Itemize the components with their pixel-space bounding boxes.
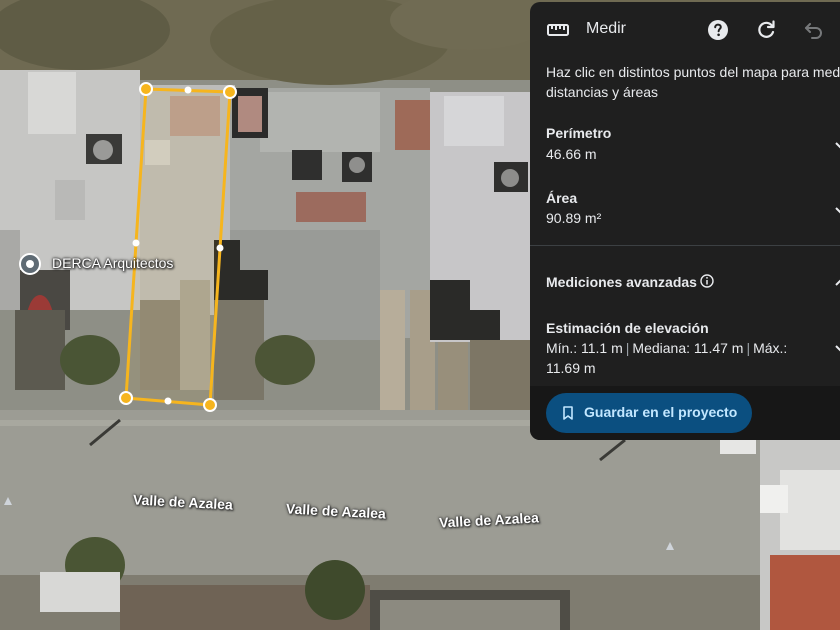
divider (530, 245, 840, 246)
chevron-up-icon[interactable] (834, 276, 840, 290)
perimeter-value: 46.66 m (546, 146, 597, 162)
save-to-project-button[interactable]: Guardar en el proyecto (546, 393, 752, 433)
elevation-label: Estimación de elevación (546, 320, 709, 336)
instructions-text: Haz clic en distintos puntos del mapa pa… (546, 64, 840, 100)
undo-icon[interactable] (802, 18, 826, 42)
area-label: Área (546, 190, 578, 206)
bookmark-icon (563, 406, 573, 420)
measure-midpoint[interactable] (184, 86, 192, 94)
info-icon[interactable] (700, 274, 714, 288)
chevron-down-icon[interactable] (834, 341, 840, 355)
measure-vertex[interactable] (119, 391, 133, 405)
elevation-max-label: Máx.: (753, 340, 788, 356)
panel-header: Medir (530, 2, 840, 60)
measure-midpoint[interactable] (164, 397, 172, 405)
area-value: 90.89 m² (546, 210, 602, 226)
ruler-icon (547, 24, 569, 36)
elevation-median: Mediana: 11.47 m (632, 340, 744, 356)
place-label[interactable]: DERCA Arquitectos (52, 255, 173, 271)
refresh-icon[interactable] (754, 18, 778, 42)
panel-title: Medir (586, 20, 627, 37)
advanced-measurements-label[interactable]: Mediciones avanzadas (546, 274, 697, 290)
measure-vertex[interactable] (139, 82, 153, 96)
elevation-stats: Mín.: 11.1 m | Mediana: 11.47 m | Máx.: (546, 340, 788, 356)
save-button-label: Guardar en el proyecto (584, 404, 738, 420)
elevation-max-value: 11.69 m (546, 360, 596, 376)
measurement-polygon[interactable] (124, 87, 232, 407)
elevation-min: Mín.: 11.1 m (546, 340, 623, 356)
measure-midpoint[interactable] (216, 244, 224, 252)
help-icon[interactable] (706, 18, 730, 42)
chevron-down-icon[interactable] (834, 203, 840, 217)
measure-midpoint[interactable] (132, 239, 140, 247)
measure-panel: Medir Haz clic en distintos puntos del m… (530, 2, 840, 440)
measure-vertex[interactable] (203, 398, 217, 412)
perimeter-label: Perímetro (546, 125, 612, 141)
location-pin-icon[interactable] (18, 252, 42, 276)
measure-vertex[interactable] (223, 85, 237, 99)
chevron-down-icon[interactable] (834, 138, 840, 152)
